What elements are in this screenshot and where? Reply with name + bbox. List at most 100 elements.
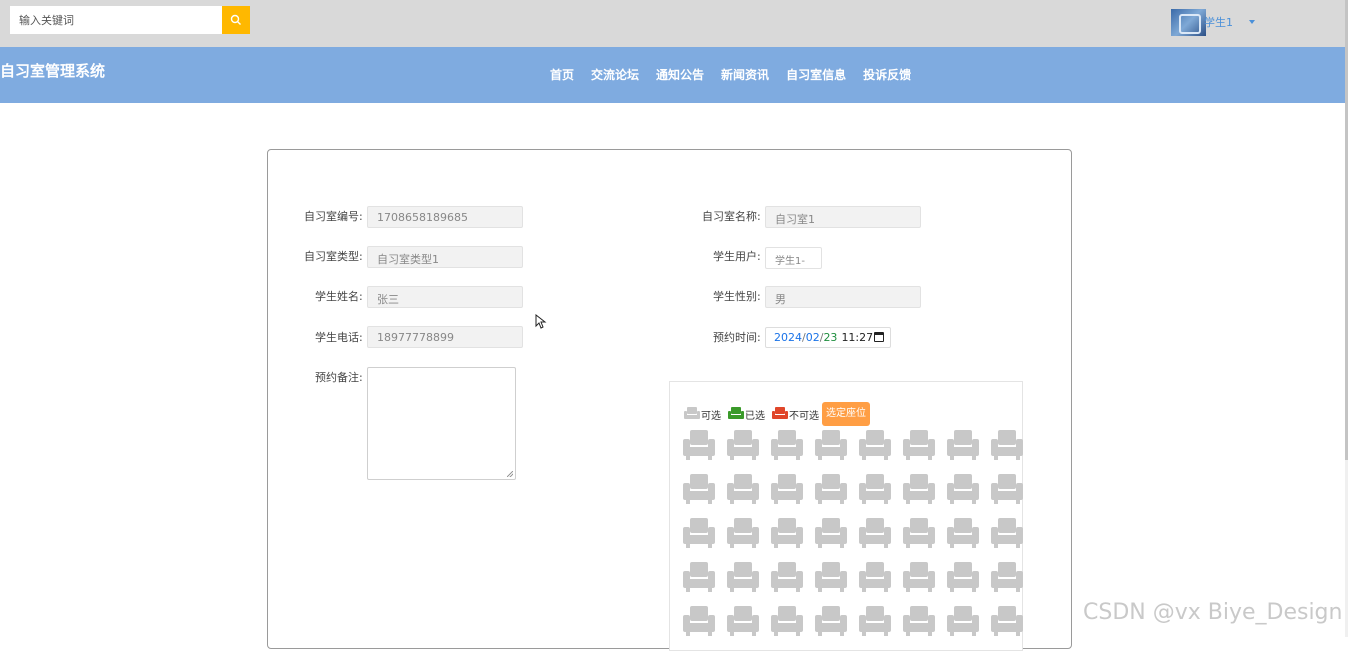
seat[interactable] bbox=[677, 606, 721, 650]
seat-icon bbox=[727, 562, 759, 592]
seat-icon bbox=[727, 606, 759, 636]
seat[interactable] bbox=[765, 430, 809, 474]
nav-item-home[interactable]: 首页 bbox=[550, 66, 574, 83]
seat[interactable] bbox=[765, 474, 809, 518]
seat[interactable] bbox=[985, 518, 1029, 562]
student-user-select[interactable]: 学生1- bbox=[765, 247, 822, 269]
caret-down-icon[interactable] bbox=[1249, 20, 1255, 24]
seat-available-icon bbox=[684, 407, 700, 419]
seat[interactable] bbox=[809, 518, 853, 562]
room-type-field[interactable]: 自习室类型1 bbox=[367, 246, 523, 268]
reserve-month: 02 bbox=[805, 331, 820, 344]
legend-unavailable: 不可选 bbox=[772, 407, 819, 422]
mouse-cursor-icon bbox=[535, 314, 547, 329]
nav-item-news[interactable]: 新闻资讯 bbox=[721, 66, 769, 83]
seat[interactable] bbox=[853, 430, 897, 474]
seat[interactable] bbox=[941, 474, 985, 518]
seat[interactable] bbox=[677, 562, 721, 606]
seat[interactable] bbox=[809, 430, 853, 474]
seat[interactable] bbox=[941, 430, 985, 474]
student-name-label: 学生姓名: bbox=[315, 290, 363, 303]
search-button[interactable] bbox=[222, 6, 250, 34]
seat[interactable] bbox=[809, 606, 853, 650]
seat[interactable] bbox=[853, 474, 897, 518]
seat[interactable] bbox=[677, 430, 721, 474]
nav-item-feedback[interactable]: 投诉反馈 bbox=[863, 66, 911, 83]
seat[interactable] bbox=[765, 606, 809, 650]
seat[interactable] bbox=[897, 606, 941, 650]
seat[interactable] bbox=[853, 518, 897, 562]
seat-icon bbox=[683, 430, 715, 460]
search-icon bbox=[230, 14, 241, 25]
site-title: 自习室管理系统 bbox=[0, 62, 106, 80]
seat[interactable] bbox=[985, 430, 1029, 474]
seat-icon bbox=[815, 562, 847, 592]
reserve-clock: 11:27 bbox=[841, 331, 874, 344]
nav-item-study-room[interactable]: 自习室信息 bbox=[786, 66, 846, 83]
user-menu[interactable]: 学生1 bbox=[1171, 8, 1255, 36]
seat-icon bbox=[903, 606, 935, 636]
seat[interactable] bbox=[721, 518, 765, 562]
search-input[interactable] bbox=[10, 6, 222, 34]
seat-icon bbox=[683, 562, 715, 592]
seat-icon bbox=[771, 606, 803, 636]
student-phone-field[interactable]: 18977778899 bbox=[367, 326, 523, 348]
seat-icon bbox=[947, 518, 979, 548]
seat[interactable] bbox=[897, 474, 941, 518]
seat[interactable] bbox=[677, 474, 721, 518]
seat[interactable] bbox=[985, 474, 1029, 518]
seat-icon bbox=[903, 518, 935, 548]
seat[interactable] bbox=[721, 562, 765, 606]
seat-grid bbox=[677, 430, 1029, 650]
seat[interactable] bbox=[809, 474, 853, 518]
seat-legend: 可选 已选 不可选 选定座位 bbox=[684, 402, 870, 426]
seat-icon bbox=[903, 474, 935, 504]
seat[interactable] bbox=[985, 606, 1029, 650]
seat-taken-icon bbox=[728, 407, 744, 419]
student-gender-field[interactable]: 男 bbox=[765, 286, 921, 308]
seat[interactable] bbox=[765, 562, 809, 606]
seat[interactable] bbox=[721, 430, 765, 474]
seat[interactable] bbox=[853, 562, 897, 606]
seat[interactable] bbox=[897, 518, 941, 562]
seat[interactable] bbox=[941, 606, 985, 650]
reserve-time-input[interactable]: 2024/02/23 11:27 bbox=[765, 327, 891, 348]
remark-label: 预约备注: bbox=[315, 371, 363, 384]
seat[interactable] bbox=[809, 562, 853, 606]
seat[interactable] bbox=[721, 606, 765, 650]
seat-icon bbox=[815, 430, 847, 460]
room-name-label: 自习室名称: bbox=[702, 210, 761, 223]
seat-icon bbox=[947, 474, 979, 504]
reserve-time-label: 预约时间: bbox=[713, 331, 761, 344]
room-no-field[interactable]: 1708658189685 bbox=[367, 206, 523, 228]
seat[interactable] bbox=[677, 518, 721, 562]
avatar[interactable] bbox=[1171, 8, 1206, 36]
seat-icon bbox=[815, 518, 847, 548]
seat-icon bbox=[947, 430, 979, 460]
seat[interactable] bbox=[765, 518, 809, 562]
seat[interactable] bbox=[897, 562, 941, 606]
top-bar: 学生1 bbox=[0, 0, 1348, 47]
student-gender-label: 学生性别: bbox=[713, 290, 761, 303]
legend-taken-label: 已选 bbox=[745, 410, 765, 422]
seat[interactable] bbox=[941, 562, 985, 606]
seat[interactable] bbox=[853, 606, 897, 650]
seat-icon bbox=[991, 474, 1023, 504]
seat[interactable] bbox=[985, 562, 1029, 606]
seat-icon bbox=[903, 430, 935, 460]
calendar-icon[interactable] bbox=[874, 332, 884, 342]
room-name-field[interactable]: 自习室1 bbox=[765, 206, 921, 228]
nav-item-forum[interactable]: 交流论坛 bbox=[591, 66, 639, 83]
seat[interactable] bbox=[941, 518, 985, 562]
remark-textarea[interactable] bbox=[367, 367, 516, 480]
watermark: CSDN @vx Biye_Design bbox=[1083, 600, 1343, 625]
legend-available-label: 可选 bbox=[701, 410, 721, 422]
resize-handle-icon[interactable] bbox=[507, 471, 513, 477]
user-name[interactable]: 学生1 bbox=[1204, 14, 1233, 30]
student-name-field[interactable]: 张三 bbox=[367, 286, 523, 308]
nav-item-notices[interactable]: 通知公告 bbox=[656, 66, 704, 83]
seat[interactable] bbox=[721, 474, 765, 518]
select-seat-button[interactable]: 选定座位 bbox=[822, 402, 870, 426]
seat[interactable] bbox=[897, 430, 941, 474]
seat-icon bbox=[991, 562, 1023, 592]
